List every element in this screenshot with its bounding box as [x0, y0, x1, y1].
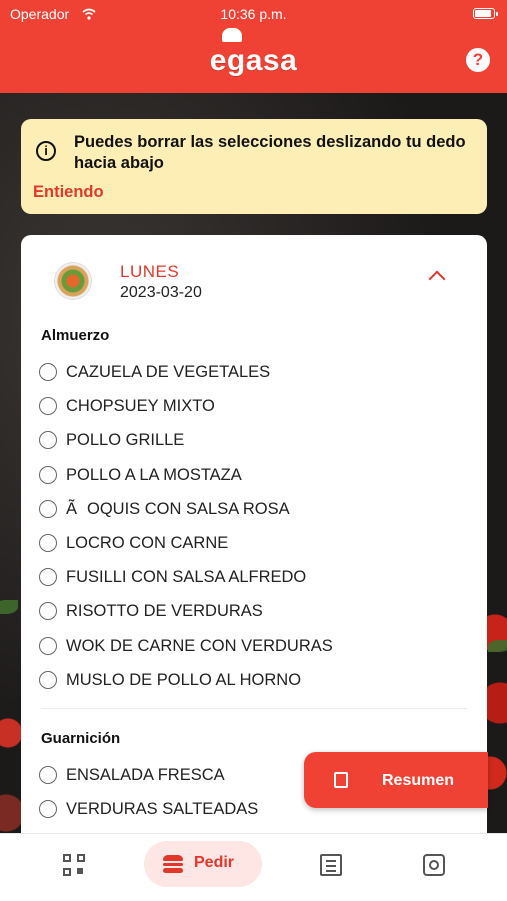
battery-icon — [473, 8, 498, 19]
gear-icon[interactable] — [423, 854, 445, 876]
option-label: ÃOQUIS CON SALSA ROSA — [66, 499, 290, 518]
list-icon[interactable] — [320, 854, 342, 876]
menu-option[interactable]: POLLO GRILLE — [39, 423, 469, 457]
option-label: WOK DE CARNE CON VERDURAS — [66, 636, 333, 655]
menu-option[interactable]: RISOTTO DE VERDURAS — [39, 594, 469, 628]
radio-button[interactable] — [39, 431, 57, 450]
summary-button-label: Resumen — [382, 772, 455, 789]
option-label: POLLO A LA MOSTAZA — [66, 465, 242, 484]
app-header: Operador 10:36 p.m. egasa ? — [0, 0, 507, 93]
menu-option[interactable]: CAZUELA DE VEGETALES — [39, 355, 469, 389]
bottom-tab-bar: Pedir — [0, 833, 507, 901]
option-label: FUSILLI CON SALSA ALFREDO — [66, 568, 307, 587]
burger-icon — [163, 855, 183, 873]
radio-button[interactable] — [39, 636, 57, 655]
radio-button[interactable] — [39, 397, 57, 416]
menu-option[interactable]: LOCRO CON CARNE — [39, 526, 469, 560]
option-label: CAZUELA DE VEGETALES — [66, 363, 271, 381]
menu-day-card: LUNES 2023-03-20 Almuerzo CAZUELA DE VEG… — [21, 235, 487, 835]
radio-button[interactable] — [39, 766, 57, 784]
option-label: ENSALADA FRESCA — [66, 766, 225, 784]
receipt-icon — [334, 772, 348, 788]
section-title-almuerzo: Almuerzo — [41, 327, 110, 344]
menu-option[interactable]: CHOPSUEY MIXTO — [39, 389, 469, 423]
option-label: CHOPSUEY MIXTO — [66, 397, 215, 416]
radio-button[interactable] — [39, 363, 57, 381]
menu-option[interactable]: MUSLO DE POLLO AL HORNO — [39, 663, 469, 697]
radio-button[interactable] — [39, 568, 57, 587]
section-divider — [41, 708, 467, 709]
menu-option[interactable]: ÃOQUIS CON SALSA ROSA — [39, 492, 469, 526]
qr-code-icon[interactable] — [63, 854, 85, 876]
menu-option[interactable]: FUSILLI CON SALSA ALFREDO — [39, 560, 469, 594]
help-button[interactable]: ? — [466, 48, 490, 72]
radio-button[interactable] — [39, 465, 57, 484]
clock: 10:36 p.m. — [220, 6, 287, 22]
option-label: RISOTTO DE VERDURAS — [66, 602, 263, 621]
info-banner: i Puedes borrar las selecciones deslizan… — [21, 119, 487, 214]
summary-button[interactable]: Resumen — [304, 752, 488, 808]
tab-pedir[interactable]: Pedir — [144, 841, 262, 887]
option-label: LOCRO CON CARNE — [66, 533, 229, 552]
option-label: POLLO GRILLE — [66, 431, 185, 450]
radio-button[interactable] — [39, 499, 57, 518]
option-label: VERDURAS SALTEADAS — [66, 800, 259, 819]
info-icon: i — [36, 141, 56, 161]
tab-pedir-label: Pedir — [194, 854, 235, 871]
collapse-chevron-icon[interactable] — [428, 270, 446, 288]
section-title-guarnicion: Guarnición — [41, 730, 121, 747]
radio-button[interactable] — [39, 670, 57, 689]
chef-hat-icon — [222, 28, 242, 42]
almuerzo-options: CAZUELA DE VEGETALES CHOPSUEY MIXTO POLL… — [39, 355, 469, 697]
menu-option[interactable]: WOK DE CARNE CON VERDURAS — [39, 629, 469, 663]
leaf-decoration — [488, 640, 507, 652]
option-label: MUSLO DE POLLO AL HORNO — [66, 670, 302, 689]
menu-option[interactable]: POLLO A LA MOSTAZA — [39, 458, 469, 492]
day-name: LUNES — [120, 262, 180, 281]
status-bar: Operador 10:36 p.m. — [0, 6, 507, 24]
radio-button[interactable] — [39, 533, 57, 552]
banner-message: Puedes borrar las selecciones deslizando… — [74, 133, 466, 172]
dish-thumbnail — [55, 263, 91, 299]
radio-button[interactable] — [39, 800, 57, 819]
app-logo: egasa — [209, 44, 298, 77]
dismiss-banner-button[interactable]: Entiendo — [33, 183, 104, 202]
radio-button[interactable] — [39, 602, 57, 621]
day-date: 2023-03-20 — [120, 284, 202, 301]
